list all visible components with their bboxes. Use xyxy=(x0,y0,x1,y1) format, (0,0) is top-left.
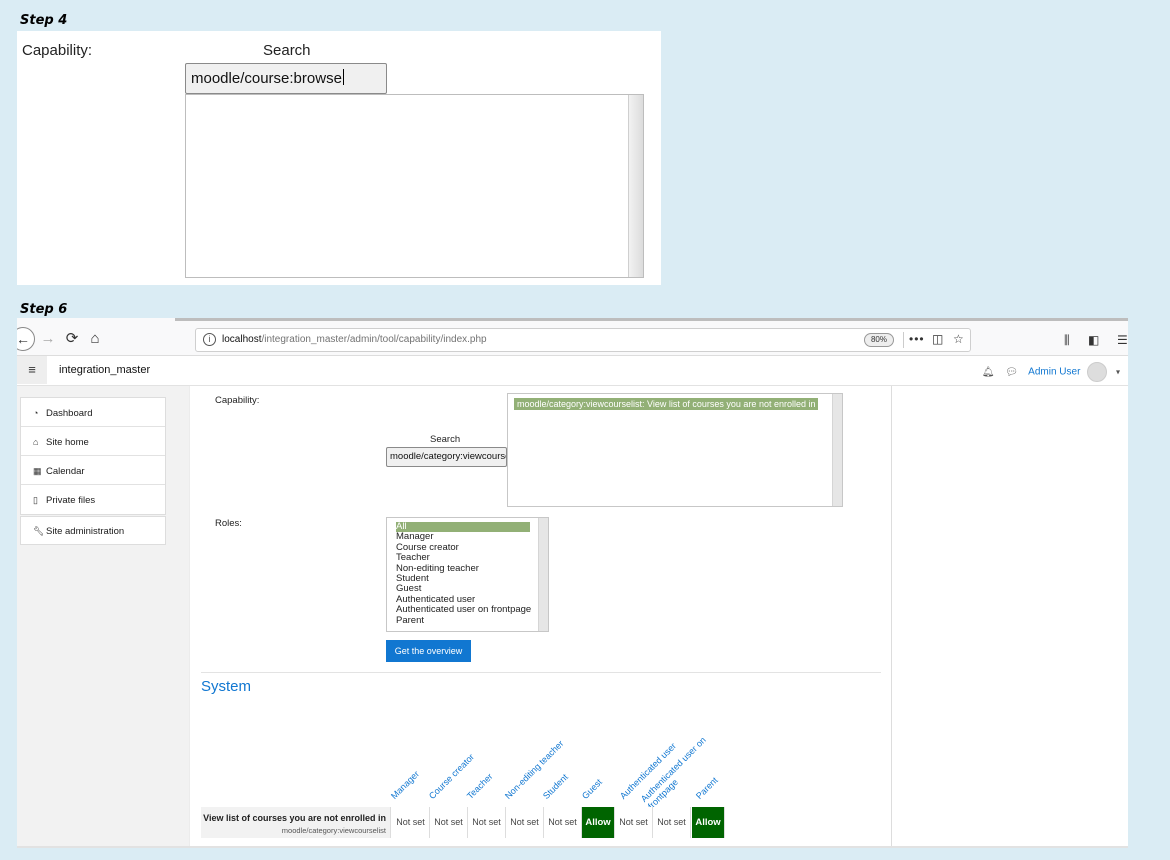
wrench-icon: 🔧︎ xyxy=(33,526,45,536)
search-label: Search xyxy=(263,42,311,59)
step-6-browser: ← → ⟳ ⌂ i localhost/integration_master/a… xyxy=(17,318,1128,848)
listbox-scrollbar[interactable] xyxy=(832,394,842,506)
step-6-label: Step 6 xyxy=(20,302,68,317)
sidebar-item-dashboard[interactable]: ◔ Dashboard xyxy=(21,398,165,427)
capability-label: Capability: xyxy=(22,42,93,59)
sidebar-item-site-home[interactable]: ⌂ Site home xyxy=(21,427,165,456)
step-4-label: Step 4 xyxy=(20,13,68,28)
role-option[interactable]: Parent xyxy=(396,615,548,626)
messages-icon[interactable]: 💬︎ xyxy=(1005,367,1018,378)
capability-search-input[interactable]: moodle/category:viewcourse xyxy=(386,447,507,467)
search-label: Search xyxy=(430,434,461,445)
browser-toolbar: ← → ⟳ ⌂ i localhost/integration_master/a… xyxy=(17,324,1128,356)
row-capability: moodle/category:viewcourselist xyxy=(281,826,386,835)
capability-option-selected[interactable]: moodle/category:viewcourselist: View lis… xyxy=(514,398,819,410)
nav-block: ◔ Dashboard ⌂ Site home ▦ Calendar ▯ Private… xyxy=(20,397,166,515)
permission-cell: Not set xyxy=(506,807,544,838)
permission-cell-allow: Allow xyxy=(692,807,725,838)
sidebar-item-private-files[interactable]: ▯ Private files xyxy=(21,485,165,514)
sidebar-toggle-icon[interactable]: ◧ xyxy=(1088,333,1099,347)
menu-icon[interactable]: ☰ xyxy=(1117,333,1128,347)
capability-label: Capability: xyxy=(215,395,260,406)
step-4-panel: Capability: Search moodle/course:browse xyxy=(17,31,661,285)
column-header-parent[interactable]: Parent xyxy=(694,775,720,801)
permission-cell: Not set xyxy=(544,807,582,838)
permission-cell: Not set xyxy=(392,807,430,838)
back-arrow-icon[interactable]: ← xyxy=(17,327,35,351)
home-icon[interactable]: ⌂ xyxy=(84,328,106,350)
listbox-scrollbar[interactable] xyxy=(538,518,548,631)
capability-listbox[interactable]: moodle/category:viewcourselist: View lis… xyxy=(507,393,843,507)
text-caret xyxy=(342,69,344,85)
nav-drawer: ◔ Dashboard ⌂ Site home ▦ Calendar ▯ Private… xyxy=(17,386,189,848)
hamburger-menu-icon[interactable]: ≡ xyxy=(17,356,47,384)
url-bar[interactable]: i localhost/integration_master/admin/too… xyxy=(195,328,971,352)
notification-bell-icon[interactable]: 🔔︎ xyxy=(982,367,995,378)
caret-down-icon[interactable]: ▾ xyxy=(1116,368,1120,377)
row-header: View list of courses you are not enrolle… xyxy=(201,807,391,838)
right-pane xyxy=(893,386,1128,848)
roles-label: Roles: xyxy=(215,518,242,529)
permission-cell-allow: Allow xyxy=(582,807,615,838)
column-header-manager[interactable]: Manager xyxy=(389,769,421,801)
column-header-guest[interactable]: Guest xyxy=(580,777,604,801)
listbox-scrollbar[interactable] xyxy=(628,95,643,277)
user-menu: 🔔︎ 💬︎ Admin User ▾ xyxy=(982,362,1120,382)
column-header-student[interactable]: Student xyxy=(541,772,570,801)
sidebar-item-site-administration[interactable]: 🔧︎ Site administration xyxy=(20,516,166,545)
calendar-icon: ▦ xyxy=(33,466,42,476)
forward-arrow-icon[interactable]: → xyxy=(37,328,59,350)
divider xyxy=(201,672,881,673)
search-input-value: moodle/course:browse xyxy=(191,70,342,87)
permission-cell: Not set xyxy=(468,807,506,838)
file-icon: ▯ xyxy=(33,495,38,505)
get-overview-button[interactable]: Get the overview xyxy=(386,640,471,662)
main-content: Capability: moodle/category:viewcourseli… xyxy=(189,386,892,848)
url-text: localhost/integration_master/admin/tool/… xyxy=(222,334,487,345)
info-icon[interactable]: i xyxy=(203,333,216,346)
capability-listbox[interactable] xyxy=(185,94,644,278)
home-icon: ⌂ xyxy=(33,437,39,447)
site-name[interactable]: integration_master xyxy=(59,364,150,376)
column-header-teacher[interactable]: Teacher xyxy=(465,771,495,801)
roles-listbox[interactable]: All Manager Course creator Teacher Non-e… xyxy=(386,517,549,632)
capability-search-input[interactable]: moodle/course:browse xyxy=(185,63,387,94)
avatar[interactable] xyxy=(1087,362,1108,382)
bookmark-star-icon[interactable]: ☆ xyxy=(953,332,964,346)
more-actions-icon[interactable]: ••• xyxy=(909,332,925,346)
zoom-badge[interactable]: 80% xyxy=(864,333,894,347)
permission-cell: Not set xyxy=(653,807,691,838)
moodle-header: ≡ integration_master 🔔︎ 💬︎ Admin User ▾ xyxy=(17,356,1128,386)
library-icon[interactable]: ⫼ xyxy=(1064,333,1070,348)
section-title: System xyxy=(201,678,252,695)
pocket-icon[interactable]: ◫ xyxy=(932,332,943,346)
reload-icon[interactable]: ⟳ xyxy=(61,328,83,350)
user-name[interactable]: Admin User xyxy=(1028,367,1080,378)
row-title: View list of courses you are not enrolle… xyxy=(203,813,386,823)
permission-cell: Not set xyxy=(430,807,468,838)
permission-cell: Not set xyxy=(615,807,653,838)
sidebar-item-calendar[interactable]: ▦ Calendar xyxy=(21,456,165,485)
dashboard-icon: ◔ xyxy=(33,408,39,418)
